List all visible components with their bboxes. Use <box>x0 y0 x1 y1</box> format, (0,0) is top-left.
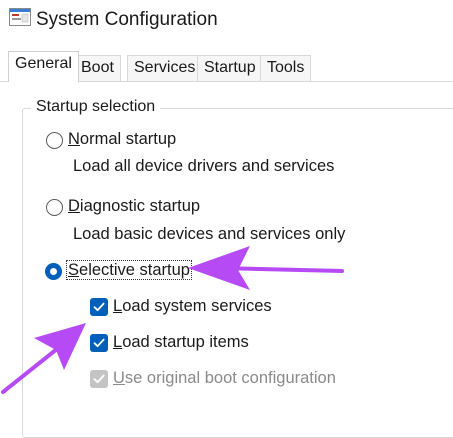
window-title: System Configuration <box>36 9 218 30</box>
selective-startup-radio[interactable] <box>45 263 62 280</box>
load-startup-items-checkbox[interactable] <box>90 334 108 352</box>
checkmark-icon <box>93 302 105 312</box>
normal-startup-label[interactable]: Normal startup <box>68 130 176 149</box>
load-system-services-checkbox[interactable] <box>90 298 108 316</box>
use-original-boot-label: Use original boot configuration <box>113 369 336 387</box>
normal-startup-description: Load all device drivers and services <box>73 157 335 175</box>
load-startup-items-label[interactable]: Load startup items <box>113 333 249 352</box>
focus-indicator: Selective startup <box>66 260 192 280</box>
tab-startup[interactable]: Startup <box>197 55 263 81</box>
tab-boot[interactable]: Boot <box>74 55 121 81</box>
normal-startup-radio[interactable] <box>46 132 63 149</box>
load-system-services-label[interactable]: Load system services <box>113 297 272 316</box>
title-bar: System Configuration <box>0 0 453 40</box>
selective-startup-label[interactable]: Selective startup <box>66 260 192 280</box>
checkmark-icon <box>93 374 105 384</box>
diagnostic-startup-description: Load basic devices and services only <box>73 225 346 243</box>
tab-general[interactable]: General <box>8 51 79 82</box>
diagnostic-startup-label[interactable]: Diagnostic startup <box>68 197 200 216</box>
checkmark-icon <box>93 338 105 348</box>
diagnostic-startup-radio[interactable] <box>46 199 63 216</box>
startup-selection-label: Startup selection <box>31 98 161 116</box>
msconfig-window-icon <box>9 8 31 26</box>
tab-services[interactable]: Services <box>127 55 203 81</box>
tab-tools[interactable]: Tools <box>260 55 312 81</box>
use-original-boot-checkbox <box>90 370 108 388</box>
